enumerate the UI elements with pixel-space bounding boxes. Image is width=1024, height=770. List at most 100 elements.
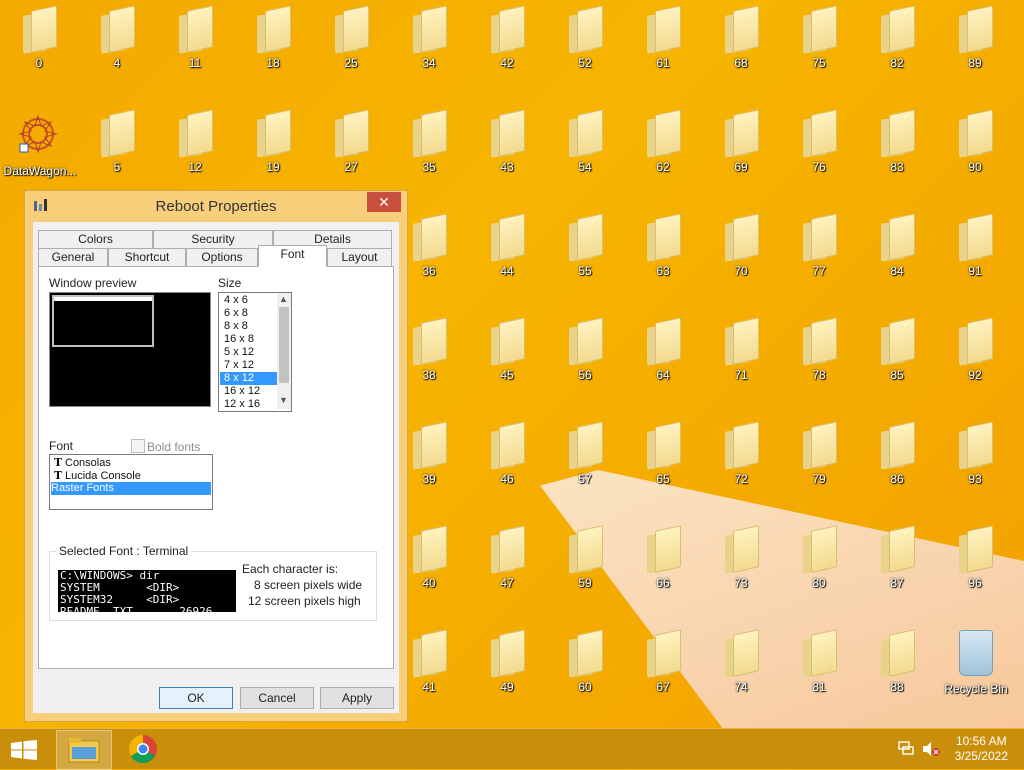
folder-54[interactable]: 54	[550, 108, 620, 198]
folder-70[interactable]: 70	[706, 212, 776, 302]
folder-27[interactable]: 27	[316, 108, 386, 198]
size-option[interactable]: 7 x 12	[220, 359, 278, 372]
folder-78[interactable]: 78	[784, 316, 854, 406]
datawagon-shortcut[interactable]: DataWagon...	[4, 110, 76, 200]
folder-72[interactable]: 72	[706, 420, 776, 510]
folder-4[interactable]: 4	[82, 4, 152, 94]
folder-69[interactable]: 69	[706, 108, 776, 198]
folder-42[interactable]: 42	[472, 4, 542, 94]
font-option[interactable]: Raster Fonts	[51, 482, 211, 495]
folder-47[interactable]: 47	[472, 524, 542, 614]
size-scrollbar[interactable]: ▲ ▼	[277, 293, 291, 409]
file-explorer-taskbar-button[interactable]	[56, 730, 112, 770]
folder-0[interactable]: 0	[4, 4, 74, 94]
cancel-button[interactable]: Cancel	[240, 687, 314, 709]
folder-67[interactable]: 67	[628, 628, 698, 718]
size-option[interactable]: 6 x 8	[220, 307, 278, 320]
folder-73[interactable]: 73	[706, 524, 776, 614]
folder-45[interactable]: 45	[472, 316, 542, 406]
size-option[interactable]: 16 x 12	[220, 385, 278, 398]
system-clock[interactable]: 10:56 AM 3/25/2022	[955, 734, 1008, 764]
folder-82[interactable]: 82	[862, 4, 932, 94]
folder-68[interactable]: 68	[706, 4, 776, 94]
folder-71[interactable]: 71	[706, 316, 776, 406]
folder-56[interactable]: 56	[550, 316, 620, 406]
scroll-thumb[interactable]	[279, 307, 289, 383]
folder-74[interactable]: 74	[706, 628, 776, 718]
folder-5[interactable]: 5	[82, 108, 152, 198]
folder-75[interactable]: 75	[784, 4, 854, 94]
folder-86[interactable]: 86	[862, 420, 932, 510]
tab-shortcut[interactable]: Shortcut	[108, 248, 186, 267]
folder-52[interactable]: 52	[550, 4, 620, 94]
folder-46[interactable]: 46	[472, 420, 542, 510]
font-listbox[interactable]: T Consolas T Lucida Console Raster Fonts	[49, 454, 213, 510]
folder-92[interactable]: 92	[940, 316, 1010, 406]
scroll-down-icon[interactable]: ▼	[279, 395, 288, 405]
size-option[interactable]: 12 x 16	[220, 398, 278, 411]
tab-colors[interactable]: Colors	[38, 230, 153, 249]
ok-button[interactable]: OK	[159, 687, 233, 709]
folder-44[interactable]: 44	[472, 212, 542, 302]
folder-87[interactable]: 87	[862, 524, 932, 614]
size-option[interactable]: 5 x 12	[220, 346, 278, 359]
size-option[interactable]: 4 x 6	[220, 294, 278, 307]
size-option[interactable]: 16 x 8	[220, 333, 278, 346]
tab-options[interactable]: Options	[186, 248, 258, 267]
folder-84[interactable]: 84	[862, 212, 932, 302]
close-button[interactable]: ✕	[367, 192, 401, 212]
size-listbox[interactable]: 4 x 66 x 88 x 8 16 x 85 x 12 7 x 12 8 x 12 1…	[218, 292, 292, 412]
folder-19[interactable]: 19	[238, 108, 308, 198]
network-icon[interactable]	[898, 741, 914, 755]
folder-89[interactable]: 89	[940, 4, 1010, 94]
folder-61[interactable]: 61	[628, 4, 698, 94]
folder-81[interactable]: 81	[784, 628, 854, 718]
folder-18[interactable]: 18	[238, 4, 308, 94]
folder-96[interactable]: 96	[940, 524, 1010, 614]
folder-90[interactable]: 90	[940, 108, 1010, 198]
folder-62[interactable]: 62	[628, 108, 698, 198]
folder-66[interactable]: 66	[628, 524, 698, 614]
bold-fonts-checkbox[interactable]	[131, 439, 145, 453]
start-button[interactable]	[0, 730, 48, 768]
folder-79[interactable]: 79	[784, 420, 854, 510]
font-option[interactable]: T Lucida Console	[51, 469, 211, 482]
tab-security[interactable]: Security	[153, 230, 273, 249]
folder-49[interactable]: 49	[472, 628, 542, 718]
folder-65[interactable]: 65	[628, 420, 698, 510]
folder-63[interactable]: 63	[628, 212, 698, 302]
folder-25[interactable]: 25	[316, 4, 386, 94]
folder-59[interactable]: 59	[550, 524, 620, 614]
recycle-bin[interactable]: Recycle Bin	[944, 630, 1008, 696]
font-option[interactable]: T Consolas	[51, 456, 211, 469]
folder-91[interactable]: 91	[940, 212, 1010, 302]
size-option[interactable]: 8 x 12	[220, 372, 278, 385]
folder-55[interactable]: 55	[550, 212, 620, 302]
folder-11[interactable]: 11	[160, 4, 230, 94]
folder-76[interactable]: 76	[784, 108, 854, 198]
folder-34[interactable]: 34	[394, 4, 464, 94]
folder-83[interactable]: 83	[862, 108, 932, 198]
folder-64[interactable]: 64	[628, 316, 698, 406]
folder-77[interactable]: 77	[784, 212, 854, 302]
folder-35[interactable]: 35	[394, 108, 464, 198]
folder-12[interactable]: 12	[160, 108, 230, 198]
folder-57[interactable]: 57	[550, 420, 620, 510]
volume-muted-icon[interactable]	[922, 741, 940, 757]
chrome-taskbar-button[interactable]	[116, 730, 170, 768]
folder-label: 42	[500, 56, 514, 70]
dialog-titlebar[interactable]: Reboot Properties ✕	[25, 191, 407, 221]
tab-general[interactable]: General	[38, 248, 108, 267]
apply-button[interactable]: Apply	[320, 687, 394, 709]
folder-88[interactable]: 88	[862, 628, 932, 718]
folder-43[interactable]: 43	[472, 108, 542, 198]
window-preview-label: Window preview	[49, 276, 137, 290]
folder-60[interactable]: 60	[550, 628, 620, 718]
tab-layout[interactable]: Layout	[327, 248, 392, 267]
tab-font[interactable]: Font	[258, 245, 327, 267]
folder-93[interactable]: 93	[940, 420, 1010, 510]
size-option[interactable]: 8 x 8	[220, 320, 278, 333]
scroll-up-icon[interactable]: ▲	[279, 294, 288, 304]
folder-80[interactable]: 80	[784, 524, 854, 614]
folder-85[interactable]: 85	[862, 316, 932, 406]
